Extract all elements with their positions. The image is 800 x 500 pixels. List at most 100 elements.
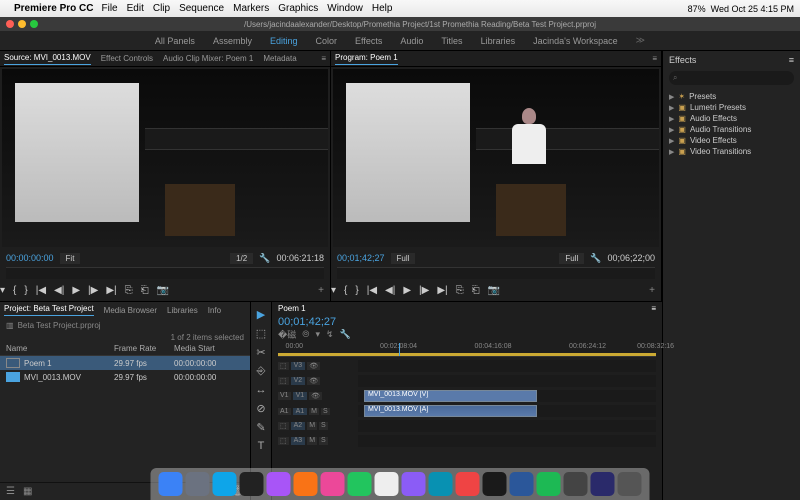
program-ruler[interactable]	[337, 267, 655, 279]
project-row[interactable]: Poem 1 29.97 fps 00:00:00:00	[0, 356, 250, 370]
minimize-window[interactable]	[18, 20, 26, 28]
go-in-icon[interactable]: |◀	[36, 285, 46, 296]
ripple-tool[interactable]: ✂	[256, 346, 265, 359]
source-res[interactable]: 1/2	[230, 253, 253, 264]
dock-app[interactable]	[186, 472, 210, 496]
panel-menu-icon[interactable]: ≡	[789, 55, 794, 65]
timeline-ruler[interactable]: 00:00 00:02:08:04 00:04:16:08 00:06:24:1…	[278, 343, 656, 357]
dock-app[interactable]	[240, 472, 264, 496]
marker-icon[interactable]: ▾	[315, 329, 320, 340]
extract-icon[interactable]: ⎗	[472, 285, 480, 296]
program-viewer[interactable]	[333, 69, 659, 247]
selection-tool[interactable]: ▶	[257, 308, 265, 321]
menu-help[interactable]: Help	[372, 3, 393, 14]
hand-tool[interactable]: ✎	[256, 421, 265, 434]
col-mediastart[interactable]: Media Start	[174, 344, 244, 353]
step-fwd-icon[interactable]: |▶	[419, 285, 429, 296]
wrench-icon[interactable]: 🔧	[590, 253, 601, 264]
button-editor-icon[interactable]: +	[318, 285, 324, 296]
pen-tool[interactable]: ⊘	[256, 402, 265, 415]
step-back-icon[interactable]: ◀|	[54, 285, 64, 296]
dock-app[interactable]	[510, 472, 534, 496]
project-crumb[interactable]: Beta Test Project.prproj	[18, 321, 101, 330]
razor-tool[interactable]: ⎆	[257, 365, 266, 378]
step-back-icon[interactable]: ◀|	[385, 285, 395, 296]
step-fwd-icon[interactable]: |▶	[88, 285, 98, 296]
track-v3[interactable]: ⬚V3👁	[278, 359, 656, 373]
marker-icon[interactable]: ▾	[331, 285, 336, 296]
ws-libraries[interactable]: Libraries	[481, 36, 516, 46]
effects-folder[interactable]: ▶▣Lumetri Presets	[669, 102, 794, 113]
ws-editing[interactable]: Editing	[270, 36, 298, 46]
panel-menu-icon[interactable]: ≡	[321, 54, 326, 63]
track-v2[interactable]: ⬚V2👁	[278, 374, 656, 388]
effects-folder[interactable]: ▶▣Video Transitions	[669, 146, 794, 157]
go-in-icon[interactable]: |◀	[367, 285, 377, 296]
ws-titles[interactable]: Titles	[441, 36, 462, 46]
menu-clip[interactable]: Clip	[153, 3, 170, 14]
close-window[interactable]	[6, 20, 14, 28]
video-clip[interactable]: MVI_0013.MOV [V]	[364, 390, 537, 402]
insert-icon[interactable]: ⎘	[125, 285, 133, 296]
tab-project[interactable]: Project: Beta Test Project	[4, 304, 94, 316]
tab-media-browser[interactable]: Media Browser	[104, 306, 157, 315]
track-a1[interactable]: A1A1MSMVI_0013.MOV [A]	[278, 404, 656, 418]
effects-folder[interactable]: ▶▣Audio Transitions	[669, 124, 794, 135]
go-out-icon[interactable]: ▶|	[437, 285, 447, 296]
project-row[interactable]: MVI_0013.MOV 29.97 fps 00:00:00:00	[0, 370, 250, 384]
snap-icon[interactable]: �磁	[278, 328, 296, 341]
ws-audio[interactable]: Audio	[400, 36, 423, 46]
tab-audio-mixer[interactable]: Audio Clip Mixer: Poem 1	[163, 54, 253, 63]
out-point-icon[interactable]: }	[355, 285, 358, 296]
playhead[interactable]	[399, 343, 400, 356]
dock-app[interactable]	[618, 472, 642, 496]
menu-file[interactable]: File	[101, 3, 117, 14]
tab-effect-controls[interactable]: Effect Controls	[101, 54, 153, 63]
tab-info[interactable]: Info	[208, 306, 221, 315]
source-tc-in[interactable]: 00:00:00:00	[6, 253, 54, 263]
tab-libraries[interactable]: Libraries	[167, 306, 198, 315]
dock-app[interactable]	[294, 472, 318, 496]
program-tc-in[interactable]: 00;01;42;27	[337, 253, 385, 263]
dock-app[interactable]	[537, 472, 561, 496]
button-editor-icon[interactable]: +	[649, 285, 655, 296]
slip-tool[interactable]: ↔	[256, 384, 267, 396]
zoom-window[interactable]	[30, 20, 38, 28]
in-point-icon[interactable]: {	[344, 285, 347, 296]
dock-app[interactable]	[591, 472, 615, 496]
menu-sequence[interactable]: Sequence	[179, 3, 224, 14]
timeline-tab[interactable]: Poem 1	[278, 304, 306, 313]
dock-app[interactable]	[456, 472, 480, 496]
lift-icon[interactable]: ⎘	[456, 285, 464, 296]
wrench-icon[interactable]: 🔧	[340, 329, 351, 340]
track-v1[interactable]: V1V1👁MVI_0013.MOV [V]	[278, 389, 656, 403]
source-fit[interactable]: Fit	[60, 253, 81, 264]
list-view-icon[interactable]: ☰	[6, 486, 15, 497]
go-out-icon[interactable]: ▶|	[106, 285, 116, 296]
battery-status[interactable]: 87%	[688, 4, 706, 14]
export-frame-icon[interactable]: 📷	[488, 285, 500, 296]
source-ruler[interactable]	[6, 267, 324, 279]
audio-clip[interactable]: MVI_0013.MOV [A]	[364, 405, 537, 417]
play-icon[interactable]: ▶	[403, 285, 411, 296]
ws-effects[interactable]: Effects	[355, 36, 382, 46]
app-name[interactable]: Premiere Pro CC	[14, 3, 93, 14]
col-framerate[interactable]: Frame Rate	[114, 344, 174, 353]
dock-app[interactable]	[213, 472, 237, 496]
dock-app[interactable]	[429, 472, 453, 496]
effects-folder[interactable]: ▶▣Audio Effects	[669, 113, 794, 124]
ws-color[interactable]: Color	[315, 36, 337, 46]
program-fit[interactable]: Full	[391, 253, 416, 264]
ws-all-panels[interactable]: All Panels	[155, 36, 195, 46]
dock-app[interactable]	[321, 472, 345, 496]
dock-app[interactable]	[402, 472, 426, 496]
dock-app[interactable]	[159, 472, 183, 496]
icon-view-icon[interactable]: ▦	[23, 486, 32, 497]
track-a2[interactable]: ⬚A2MS	[278, 419, 656, 433]
linked-sel-icon[interactable]: ⦾	[302, 329, 309, 340]
panel-menu-icon[interactable]: ≡	[651, 304, 656, 313]
timeline-tc[interactable]: 00;01;42;27	[278, 316, 336, 328]
dock-app[interactable]	[348, 472, 372, 496]
track-a3[interactable]: ⬚A3MS	[278, 434, 656, 448]
program-res[interactable]: Full	[559, 253, 584, 264]
